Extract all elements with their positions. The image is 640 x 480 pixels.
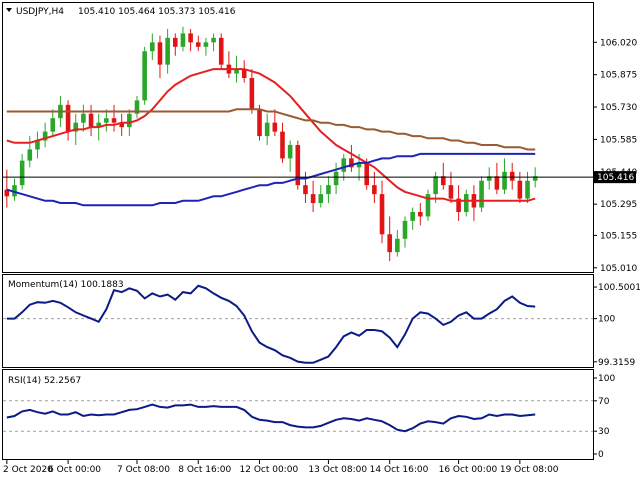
ma-fast-line [6, 68, 536, 202]
candle-body [172, 37, 178, 47]
candle-body [111, 118, 117, 123]
candle-body [280, 131, 285, 159]
time-tick-label: 2 Oct 2020 [3, 465, 53, 475]
price-tick-label: 105.155 [600, 231, 637, 241]
candle-body [127, 113, 132, 128]
price-tick-label: 105.295 [600, 200, 637, 210]
candle-body [326, 185, 331, 195]
candle-body [287, 145, 293, 159]
candle-body [517, 180, 523, 199]
candle-body [180, 33, 186, 47]
current-price-label: 105.416 [597, 173, 634, 183]
candle-body [525, 180, 530, 199]
candle-body [379, 194, 385, 235]
ohlc-values: 105.410 105.464 105.373 105.416 [78, 7, 236, 17]
candle-body [218, 37, 224, 65]
candle-body [264, 122, 270, 137]
candle-body [333, 171, 339, 186]
rsi-line [6, 403, 536, 433]
momentum-tick-label: 99.3159 [598, 358, 635, 368]
price-tick-label: 105.010 [600, 264, 637, 274]
symbol-label: USDJPY,H4 [16, 7, 64, 17]
price-tick-label: 105.585 [600, 135, 637, 145]
candle-body [272, 122, 278, 132]
time-tick-label: 13 Oct 08:00 [308, 465, 367, 475]
price-tick-label: 105.875 [600, 71, 637, 81]
momentum-tick-label: 100 [598, 315, 615, 325]
candle-body [402, 220, 408, 239]
momentum-pane[interactable]: 100.5001 100 99.3159 Momentum(14) 100.1883 [2, 274, 640, 368]
time-tick-label: 12 Oct 00:00 [240, 465, 299, 475]
candles [4, 26, 538, 262]
rsi-tick-label: 0 [598, 450, 604, 460]
price-tick-label: 106.020 [600, 38, 637, 48]
candle-body [479, 180, 484, 208]
candle-body [65, 104, 71, 132]
time-tick-label: 16 Oct 00:00 [439, 465, 498, 475]
candle-body [249, 78, 255, 110]
rsi-pane[interactable]: 100 70 30 0 RSI(14) 52.2567 [2, 369, 616, 461]
candle-body [50, 118, 56, 132]
momentum-line [6, 284, 536, 364]
candle-body [463, 194, 469, 212]
dropdown-triangle-icon[interactable] [6, 8, 12, 12]
candle-body [211, 37, 216, 43]
momentum-tick-label: 100.5001 [598, 283, 640, 293]
moving-averages [6, 68, 536, 207]
rsi-tick-label: 70 [598, 397, 610, 407]
momentum-axis: 100.5001 100 99.3159 [593, 283, 640, 368]
candle-body [410, 211, 415, 221]
candle-body [494, 176, 500, 190]
candle-body [395, 238, 400, 253]
candle-body [27, 149, 33, 161]
candle-body [509, 171, 515, 181]
candle-body [81, 113, 86, 123]
candle-body [188, 33, 193, 43]
candle-body [19, 160, 25, 186]
candle-body [195, 42, 201, 47]
candle-body [88, 113, 94, 128]
candle-body [387, 234, 392, 253]
candle-body [318, 194, 324, 204]
time-tick-label: 19 Oct 08:00 [500, 465, 559, 475]
candle-body [165, 37, 170, 65]
time-tick-label: 8 Oct 16:00 [178, 465, 231, 475]
candle-body [303, 185, 308, 195]
candle-body [203, 42, 209, 47]
rsi-tick-label: 100 [598, 374, 615, 384]
candle-body [257, 109, 262, 137]
rsi-title: RSI(14) 52.2567 [8, 376, 81, 386]
price-axis: 106.020105.875105.730105.585105.440105.2… [593, 38, 637, 274]
candle-body [502, 171, 507, 190]
candle-body [104, 118, 109, 123]
time-tick-label: 6 Oct 00:00 [48, 465, 101, 475]
time-tick-label: 14 Oct 16:00 [370, 465, 429, 475]
ma-mid-line [6, 152, 536, 207]
candle-body [157, 42, 163, 65]
price-tick-label: 105.730 [600, 103, 637, 113]
candle-body [310, 194, 316, 204]
candle-body [150, 42, 155, 52]
candle-body [341, 158, 347, 172]
rsi-tick-label: 30 [598, 427, 610, 437]
time-axis: 2 Oct 20206 Oct 00:00 7 Oct 08:00 8 Oct 16… [3, 460, 559, 475]
header: USDJPY,H4 105.410 105.464 105.373 105.41… [6, 7, 236, 17]
momentum-title: Momentum(14) 100.1883 [8, 280, 124, 290]
trading-chart[interactable]: 106.020105.875105.730105.585105.440105.2… [0, 0, 640, 480]
candle-body [142, 51, 147, 101]
candle-body [433, 176, 438, 195]
candle-body [418, 211, 423, 217]
candle-body [448, 185, 454, 199]
price-pane-border [2, 2, 594, 273]
time-tick-label: 7 Oct 08:00 [117, 465, 170, 475]
price-pane[interactable]: 106.020105.875105.730105.585105.440105.2… [2, 2, 638, 274]
candle-body [372, 185, 377, 195]
candle-body [364, 162, 370, 186]
rsi-axis: 100 70 30 0 [593, 374, 615, 460]
